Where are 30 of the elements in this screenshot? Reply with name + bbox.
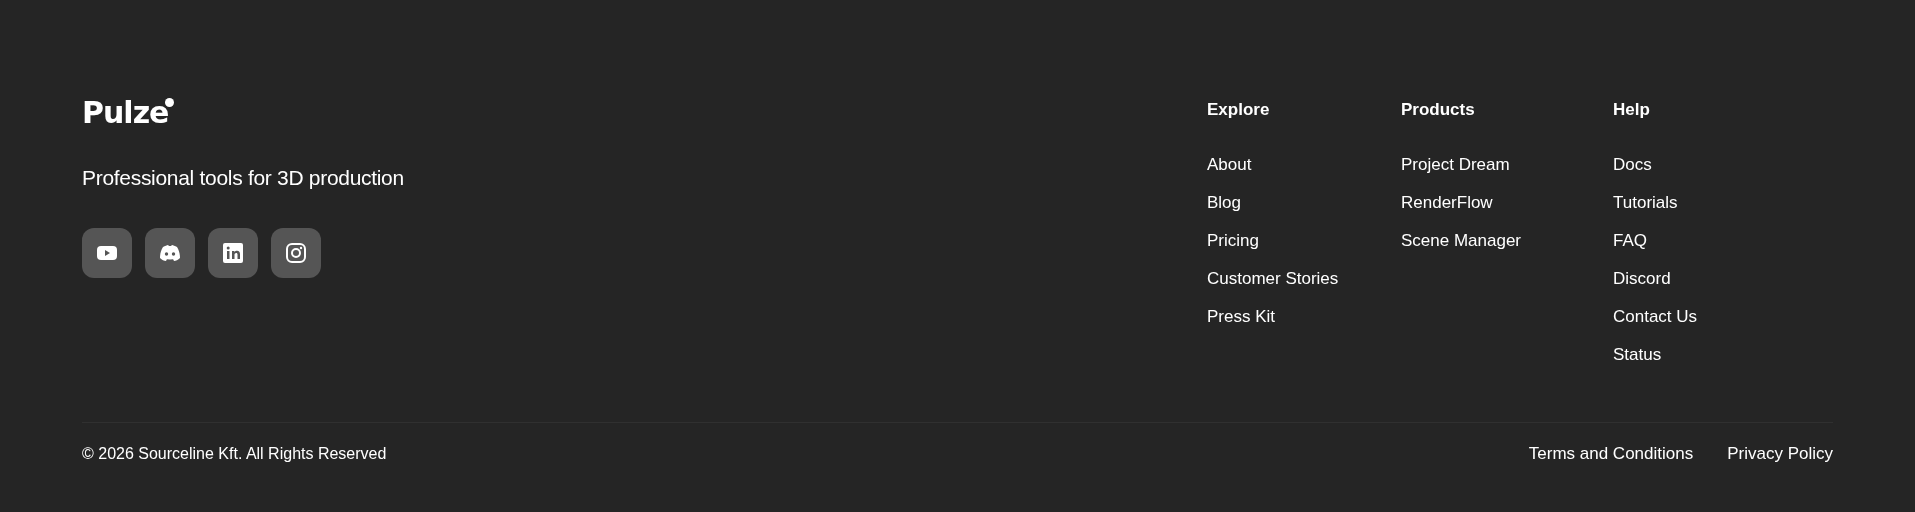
column-heading: Help — [1613, 99, 1650, 121]
tagline: Professional tools for 3D production — [82, 165, 404, 191]
social-button[interactable] — [145, 227, 195, 278]
footer-link[interactable]: Contact Us — [1613, 305, 1698, 328]
footer-link[interactable]: Tutorials — [1613, 191, 1678, 214]
footer-link[interactable]: Customer Stories — [1207, 267, 1339, 290]
social-button[interactable] — [271, 227, 321, 278]
discord-icon — [159, 244, 181, 261]
legal-link[interactable]: Privacy Policy — [1727, 441, 1833, 467]
footer-link[interactable]: Scene Manager — [1401, 229, 1522, 252]
instagram-icon — [286, 242, 306, 263]
footer-link[interactable]: Pricing — [1207, 229, 1259, 252]
copyright-text: © 2026 Sourceline Kft. All Rights Reserved — [82, 443, 387, 464]
footer-link[interactable]: Press Kit — [1207, 305, 1276, 328]
column-heading: Explore — [1207, 99, 1270, 121]
footer-link[interactable]: About — [1207, 153, 1252, 176]
legal-link[interactable]: Terms and Conditions — [1528, 441, 1694, 467]
social-button[interactable] — [82, 227, 132, 278]
footer-link[interactable]: Blog — [1207, 191, 1242, 214]
social-button[interactable] — [208, 227, 258, 278]
logo-wordmark: Pulze — [82, 96, 169, 130]
footer-link[interactable]: Project Dream — [1401, 153, 1510, 176]
youtube-play-icon — [97, 245, 117, 260]
linkedin-icon — [223, 242, 243, 263]
footer-link[interactable]: Docs — [1613, 153, 1652, 176]
footer-link[interactable]: Status — [1613, 343, 1662, 366]
footer-link[interactable]: RenderFlow — [1401, 191, 1493, 214]
footer-link[interactable]: FAQ — [1613, 229, 1647, 252]
footer-link[interactable]: Discord — [1613, 267, 1671, 290]
column-heading: Products — [1401, 99, 1475, 121]
